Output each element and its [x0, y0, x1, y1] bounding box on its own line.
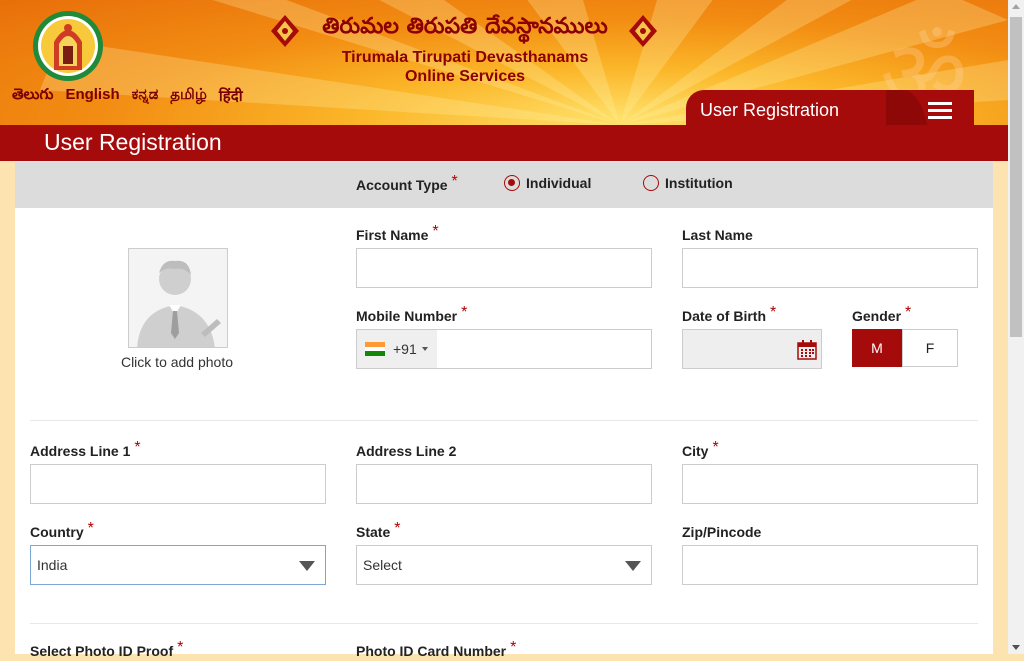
calendar-icon[interactable]	[797, 340, 817, 360]
site-title-english: Tirumala Tirupati Devasthanams	[341, 49, 589, 66]
gender-male-button[interactable]: M	[852, 329, 902, 367]
gender-label: Gender *	[852, 304, 912, 324]
vertical-scrollbar[interactable]	[1008, 0, 1024, 654]
ttd-logo[interactable]	[32, 8, 104, 84]
country-value: India	[37, 557, 68, 573]
address2-input[interactable]	[356, 464, 652, 504]
section-divider	[30, 623, 978, 624]
site-title-block: తిరుమల తిరుపతి దేవస్థానములు Tirumala Tir…	[270, 14, 660, 86]
state-label: State *	[356, 520, 401, 540]
country-code: +91	[393, 341, 417, 357]
site-header: ॐ తెలుగు English ಕನ್ನಡ தமிழ் हिंदी తిరుమ…	[0, 0, 1008, 125]
last-name-label: Last Name	[682, 227, 753, 243]
city-label: City *	[682, 439, 719, 459]
dropdown-arrow-icon	[299, 561, 315, 571]
gender-female-button[interactable]: F	[902, 329, 958, 367]
dob-label: Date of Birth *	[682, 304, 777, 324]
country-code-dropdown[interactable]: +91	[357, 330, 437, 368]
site-title-telugu: తిరుమల తిరుపతి దేవస్థానములు	[322, 14, 608, 39]
scroll-down-arrow-icon[interactable]	[1012, 645, 1020, 650]
registration-form: Account Type * Individual Institution Cli…	[15, 162, 993, 659]
page-tab: User Registration	[686, 90, 974, 125]
radio-unchecked-icon	[643, 175, 659, 191]
mobile-input[interactable]	[441, 331, 645, 367]
state-select[interactable]: Select	[356, 545, 652, 585]
dob-input[interactable]	[682, 329, 822, 369]
city-input[interactable]	[682, 464, 978, 504]
state-value: Select	[363, 557, 402, 573]
photo-id-number-label: Photo ID Card Number *	[356, 639, 517, 659]
first-name-input[interactable]	[356, 248, 652, 288]
address2-label: Address Line 2	[356, 443, 457, 459]
address1-input[interactable]	[30, 464, 326, 504]
language-selector: తెలుగు English ಕನ್ನಡ தமிழ் हिंदी	[12, 86, 243, 107]
photo-id-proof-label: Select Photo ID Proof *	[30, 639, 184, 659]
chevron-down-icon	[421, 347, 428, 351]
country-label: Country *	[30, 520, 94, 540]
page-title: User Registration	[44, 129, 222, 155]
mobile-field: +91	[356, 329, 652, 369]
radio-institution[interactable]: Institution	[643, 175, 733, 191]
title-bar: User Registration	[0, 125, 1008, 161]
zip-label: Zip/Pincode	[682, 524, 762, 540]
mobile-label: Mobile Number *	[356, 304, 468, 324]
scroll-up-arrow-icon[interactable]	[1012, 4, 1020, 9]
address1-label: Address Line 1 *	[30, 439, 141, 459]
add-photo-button[interactable]	[128, 248, 228, 348]
site-subtitle: Online Services	[404, 68, 526, 85]
country-select[interactable]: India	[30, 545, 326, 585]
lang-kannada[interactable]: ಕನ್ನಡ	[132, 86, 159, 107]
scroll-thumb[interactable]	[1010, 17, 1022, 337]
page-tab-label: User Registration	[700, 100, 840, 120]
radio-checked-icon	[504, 175, 520, 191]
dropdown-arrow-icon	[625, 561, 641, 571]
section-divider	[30, 420, 978, 421]
radio-individual-label: Individual	[526, 175, 592, 191]
hamburger-menu-icon[interactable]	[928, 102, 952, 120]
photo-caption: Click to add photo	[120, 354, 234, 370]
lang-hindi[interactable]: हिंदी	[219, 86, 243, 107]
account-type-label: Account Type *	[356, 173, 458, 193]
first-name-label: First Name *	[356, 223, 439, 243]
user-avatar-icon	[137, 260, 221, 347]
radio-individual[interactable]: Individual	[504, 175, 591, 191]
radio-institution-label: Institution	[665, 175, 733, 191]
lang-telugu[interactable]: తెలుగు	[12, 86, 53, 107]
last-name-input[interactable]	[682, 248, 978, 288]
india-flag-icon	[365, 342, 385, 357]
lang-english[interactable]: English	[65, 86, 119, 107]
zip-input[interactable]	[682, 545, 978, 585]
lang-tamil[interactable]: தமிழ்	[170, 86, 207, 107]
